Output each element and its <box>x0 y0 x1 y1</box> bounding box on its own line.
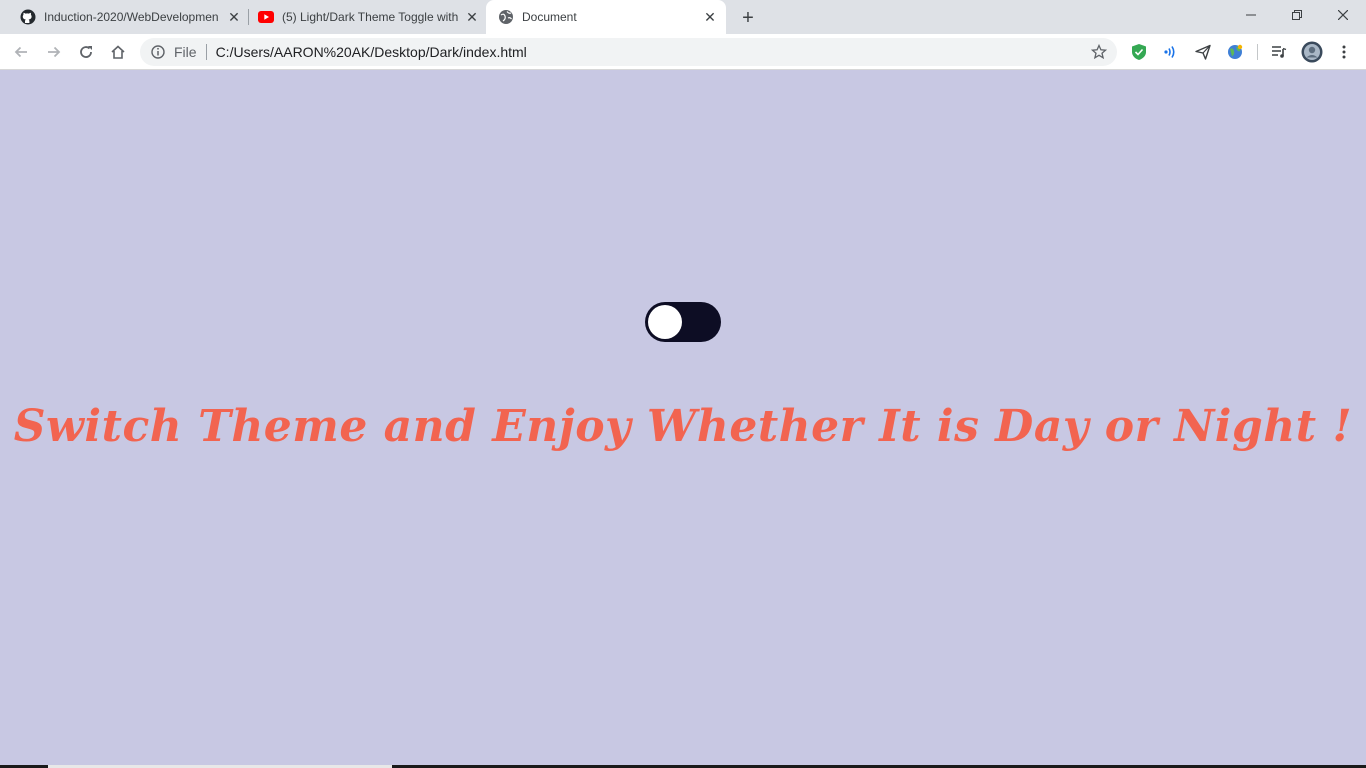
tab-separator <box>248 9 249 25</box>
globe-icon <box>498 9 514 25</box>
forward-button[interactable] <box>42 40 66 64</box>
tab-github[interactable]: Induction-2020/WebDevelopmen ✕ <box>20 0 242 34</box>
arrow-left-icon <box>14 46 27 58</box>
page-content: Switch Theme and Enjoy Whether It is Day… <box>0 71 1366 768</box>
profile-avatar[interactable] <box>1301 41 1323 63</box>
close-tab-icon[interactable]: ✕ <box>702 9 718 25</box>
close-tab-icon[interactable]: ✕ <box>226 9 242 25</box>
reload-button[interactable] <box>74 40 98 64</box>
media-control-icon[interactable] <box>1269 42 1289 62</box>
star-icon[interactable] <box>1091 44 1107 60</box>
tab-strip: Induction-2020/WebDevelopmen ✕ (5) Light… <box>0 0 1366 34</box>
tab-youtube[interactable]: (5) Light/Dark Theme Toggle with ✕ <box>258 0 480 34</box>
restore-button[interactable] <box>1274 0 1320 30</box>
tab-title: Document <box>522 10 577 24</box>
minimize-button[interactable] <box>1228 0 1274 30</box>
home-button[interactable] <box>106 40 130 64</box>
close-window-button[interactable] <box>1320 0 1366 30</box>
tab-title: (5) Light/Dark Theme Toggle with <box>282 10 459 24</box>
tab-title: Induction-2020/WebDevelopmen <box>44 10 219 24</box>
kebab-menu-icon[interactable] <box>1334 42 1354 62</box>
theme-toggle-switch[interactable] <box>645 302 721 342</box>
address-bar[interactable]: File C:/Users/AARON%20AK/Desktop/Dark/in… <box>140 38 1117 66</box>
reload-icon <box>80 46 92 58</box>
address-divider <box>205 44 207 60</box>
toolbar-separator <box>1257 44 1258 60</box>
github-icon <box>20 9 36 25</box>
info-icon[interactable] <box>150 44 166 60</box>
browser-toolbar: File C:/Users/AARON%20AK/Desktop/Dark/in… <box>0 34 1366 70</box>
new-tab-button[interactable]: + <box>736 6 760 30</box>
tab-document[interactable]: Document ✕ <box>486 0 726 34</box>
sound-waves-extension-icon[interactable] <box>1160 42 1180 62</box>
back-button[interactable] <box>9 40 33 64</box>
page-headline: Switch Theme and Enjoy Whether It is Day… <box>13 401 1353 452</box>
close-tab-icon[interactable]: ✕ <box>464 9 480 25</box>
shield-extension-icon[interactable] <box>1129 42 1149 62</box>
scheme-label: File <box>174 44 197 60</box>
url-text[interactable]: C:/Users/AARON%20AK/Desktop/Dark/index.h… <box>216 44 527 60</box>
home-icon <box>111 45 125 59</box>
toggle-knob[interactable] <box>648 305 682 339</box>
send-extension-icon[interactable] <box>1193 42 1213 62</box>
arrow-right-icon <box>48 46 61 58</box>
globe-extension-icon[interactable] <box>1225 42 1245 62</box>
youtube-icon <box>258 9 274 25</box>
